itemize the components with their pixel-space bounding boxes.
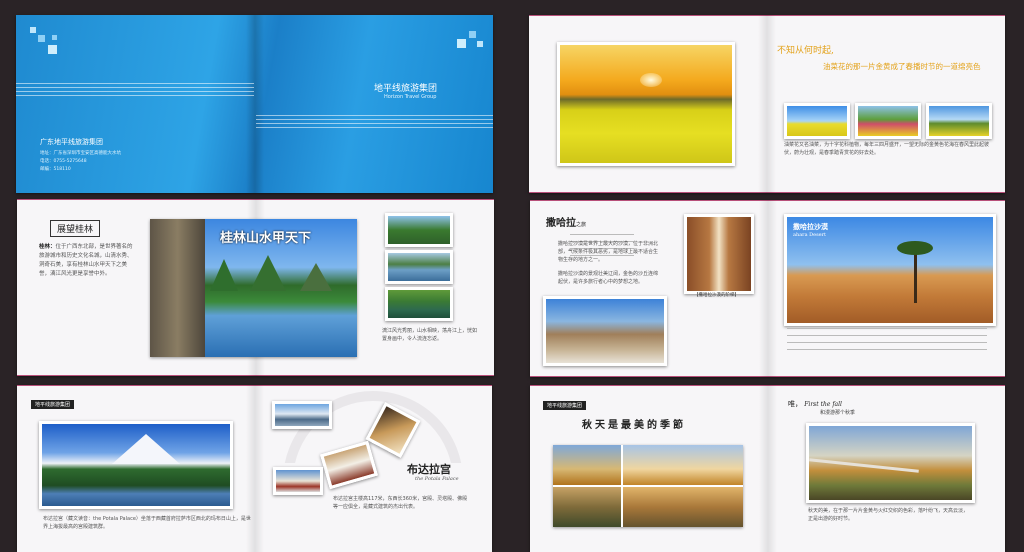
rapeseed-spread: 不知从何时起, 油菜花的那一片金黄成了春播时节的一道绵亮色 油菜花又名油菜，为十… bbox=[529, 15, 1005, 193]
sahara-body-1: 撒哈拉沙漠是世界上最大的沙漠，位于非洲北部，气候条件极其恶劣，是地球上最不适合生… bbox=[558, 241, 659, 263]
cover-spread: 广东地平线旅游集团 地址：广东省深圳市宝安区高德能大水坑 电话：0755-527… bbox=[16, 15, 493, 193]
potala-body-2: 布达拉宫主楼高117米，东西长360米，宫殿、灵塔殿、佛殿等一应俱全，是藏式建筑… bbox=[333, 496, 468, 510]
potala-thumb-1 bbox=[272, 401, 332, 429]
sahara-photo-label: 撒哈拉沙漠 ahara Desert bbox=[793, 222, 828, 238]
sahara-caption: 【撒哈拉沙漠的阶梯】 bbox=[694, 293, 739, 298]
cover-postcode: 邮编：518110 bbox=[40, 167, 71, 172]
guilin-thumb-3 bbox=[385, 287, 453, 321]
guilin-headline: 桂林山水甲天下 bbox=[220, 231, 312, 246]
potala-mountain-photo bbox=[39, 421, 233, 509]
sahara-photo-label-text: 撒哈拉沙漠 bbox=[793, 222, 828, 231]
sahara-stairs-photo bbox=[684, 214, 754, 294]
guilin-thumb-2 bbox=[385, 250, 453, 284]
potala-thumb-4 bbox=[273, 467, 323, 495]
autumn-body: 秋天的美，在于那一片片金黄与火红交织的色彩，落叶纷飞，天高云淡，正是出游的好时节… bbox=[808, 508, 969, 522]
guilin-spread: 展望桂林 桂林：位于广西东北部，是世界著名的旅游城市和历史文化名城，山清水秀、洞… bbox=[17, 199, 494, 376]
sahara-title-tail: 之旅 bbox=[576, 222, 587, 228]
guilin-landscape-photo: 桂林山水甲天下 bbox=[150, 219, 357, 357]
rapeseed-body: 油菜花又名油菜，为十字花科植物，每年三四月盛开，一望无际的金黄色花海在春风里此起… bbox=[784, 142, 990, 156]
autumn-collage-tile-1 bbox=[553, 445, 621, 485]
guilin-caption: 漓江风光秀丽，山水相映，荡舟江上，恍如置身画中，令人流连忘返。 bbox=[382, 328, 478, 342]
cover-company-en: Horizon Travel Group bbox=[384, 94, 437, 100]
cover-lines-right bbox=[256, 115, 493, 131]
sahara-heading: 撒哈拉之旅 bbox=[546, 214, 586, 229]
sahara-title-en: ahara Desert bbox=[793, 232, 827, 238]
potala-title: 布达拉宫 bbox=[407, 463, 451, 476]
autumn-tag: 地平线旅游集团 bbox=[543, 401, 587, 410]
bridge-shape bbox=[809, 458, 919, 473]
sahara-body-2: 撒哈拉沙漠的景观壮美辽阔，金色的沙丘连绵起伏，是许多旅行者心中的梦想之地。 bbox=[558, 271, 659, 285]
autumn-collage bbox=[553, 445, 743, 527]
autumn-collage-tile-4 bbox=[623, 487, 743, 527]
autumn-headline: 秋天是最美的季節 bbox=[582, 420, 686, 431]
autumn-heading: 唯， First the fall 和漫游那个秋季 bbox=[788, 399, 855, 416]
cover-lines bbox=[16, 83, 254, 99]
potala-tag: 地平线旅游集团 bbox=[31, 400, 75, 409]
rapeseed-thumb-2 bbox=[855, 103, 921, 139]
potala-spread: 地平线旅游集团 布达拉宫（藏文读音：the Potala Palace）坐落于西… bbox=[17, 385, 492, 552]
guilin-thumb-1 bbox=[385, 213, 453, 247]
autumn-heading-en: First the fall bbox=[804, 401, 842, 408]
rapeseed-thumb-1 bbox=[784, 103, 850, 139]
autumn-bridge-photo bbox=[806, 423, 975, 503]
cover-address: 地址：广东省深圳市宝安区高德能大水坑 bbox=[40, 151, 121, 156]
sahara-spread: 撒哈拉之旅 撒哈拉沙漠是世界上最大的沙漠，位于非洲北部，气候条件极其恶劣，是地球… bbox=[530, 200, 1005, 377]
guilin-body: 桂林：位于广西东北部，是世界著名的旅游城市和历史文化名城，山清水秀、洞奇石美，享… bbox=[39, 243, 133, 279]
rapeseed-quote-1: 不知从何时起, bbox=[777, 46, 834, 56]
potala-title-en: the Potala Palace bbox=[415, 476, 459, 482]
sahara-desert-photo: 撒哈拉沙漠 ahara Desert bbox=[784, 214, 996, 326]
guilin-lead: 桂林： bbox=[39, 244, 56, 250]
cover-company: 地平线旅游集团 bbox=[374, 84, 438, 94]
sahara-text-lines-2 bbox=[787, 328, 987, 356]
rapeseed-thumb-3 bbox=[926, 103, 992, 139]
cover-company-full: 广东地平线旅游集团 bbox=[40, 138, 103, 146]
sahara-title: 撒哈拉 bbox=[546, 218, 576, 229]
autumn-heading-prefix: 唯， bbox=[788, 400, 802, 408]
sahara-city-photo bbox=[543, 296, 667, 366]
rapeseed-quote-2: 油菜花的那一片金黄成了春播时节的一道绵亮色 bbox=[823, 62, 981, 71]
palm-tree bbox=[914, 247, 917, 303]
cover-phone: 电话：0755-5275648 bbox=[40, 159, 87, 164]
guilin-title: 展望桂林 bbox=[50, 220, 101, 237]
autumn-collage-tile-3 bbox=[553, 487, 621, 527]
potala-body-1: 布达拉宫（藏文读音：the Potala Palace）坐落于西藏首府拉萨市区西… bbox=[43, 516, 251, 530]
autumn-spread: 地平线旅游集团 秋天是最美的季節 唯， First the fall 和漫游那个… bbox=[530, 385, 1005, 552]
autumn-heading-sub: 和漫游那个秋季 bbox=[820, 410, 856, 416]
rapeseed-field-photo bbox=[557, 42, 735, 166]
autumn-collage-tile-2 bbox=[623, 445, 743, 485]
